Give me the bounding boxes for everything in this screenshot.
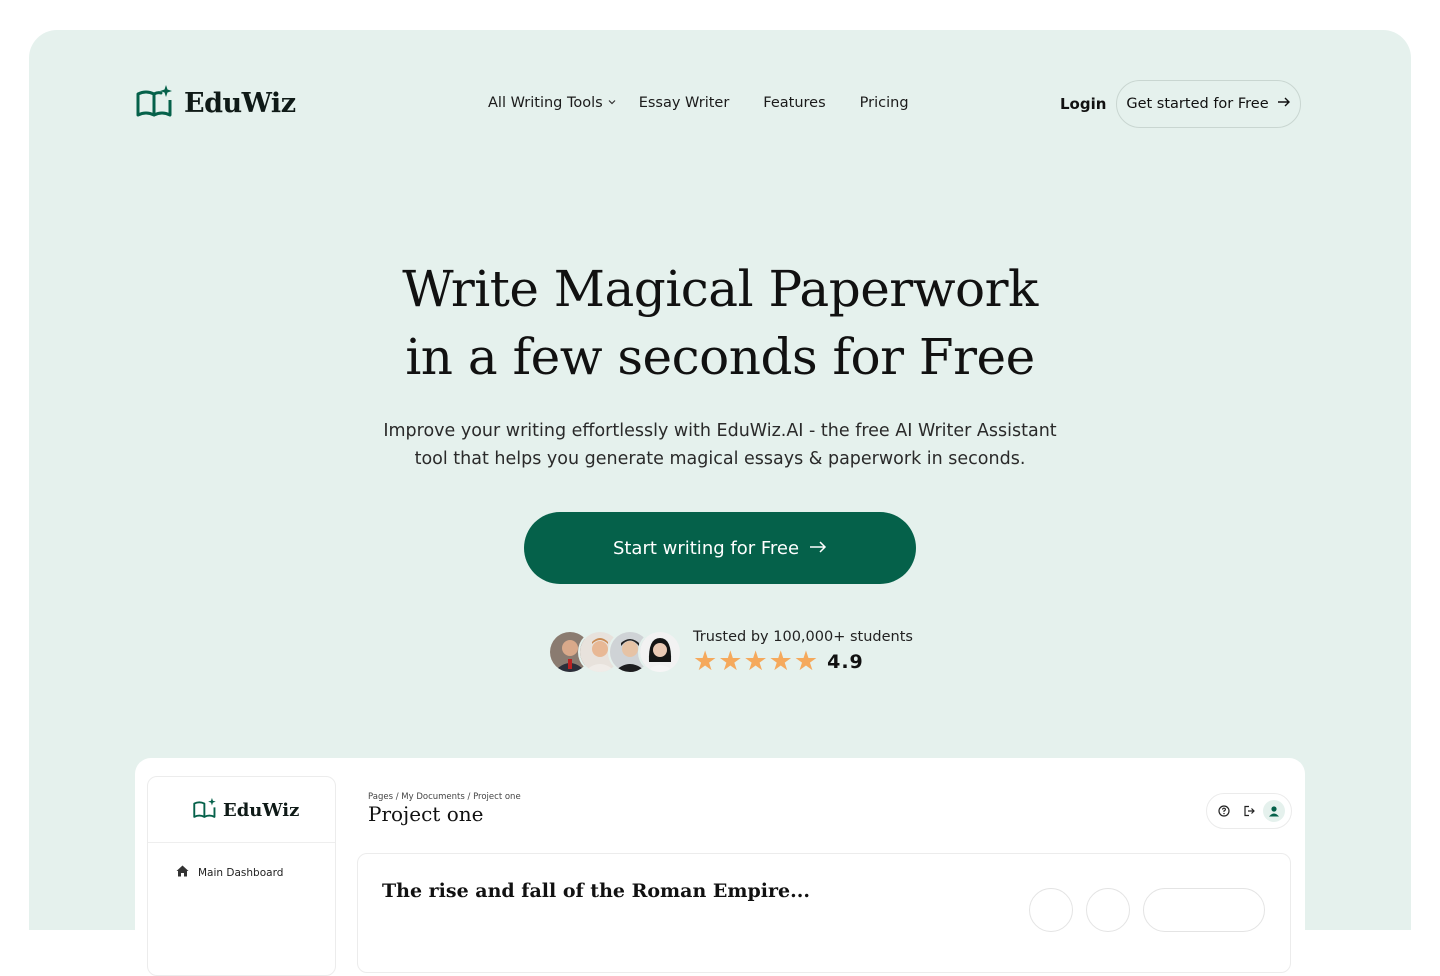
arrow-right-icon [1277,96,1291,112]
nav-item-label: All Writing Tools [488,95,603,111]
nav-essay-writer[interactable]: Essay Writer [639,95,730,111]
hero-headline: Write Magical Paperwork in a few seconds… [0,255,1440,391]
sidebar-item-main-dashboard[interactable]: Main Dashboard [176,865,283,880]
avatar [638,630,682,674]
nav-features[interactable]: Features [763,95,825,111]
logout-icon[interactable] [1238,800,1260,822]
star-icon: ★ [743,646,768,677]
book-sparkle-icon [136,84,174,122]
star-icon: ★ [768,646,793,677]
student-avatars [548,630,682,674]
start-writing-button[interactable]: Start writing for Free [524,512,916,584]
star-icon: ★ [793,646,819,677]
home-icon [176,865,189,880]
star-icon: ★ [693,646,718,677]
get-started-label: Get started for Free [1126,96,1269,112]
preview-brand-name: EduWiz [223,799,300,821]
brand-logo[interactable]: EduWiz [136,84,296,122]
user-avatar-icon[interactable] [1263,800,1286,822]
document-action-button[interactable] [1029,888,1073,932]
preview-brand-logo[interactable]: EduWiz [193,797,299,823]
main-nav: All Writing Tools Essay Writer Features … [488,95,943,111]
headline-line-1: Write Magical Paperwork [402,260,1038,318]
star-icon: ★ [718,646,743,677]
page-title: Project one [368,802,484,826]
start-writing-label: Start writing for Free [612,537,800,559]
sidebar-item-label: Main Dashboard [198,866,284,879]
subtitle-line-2: tool that helps you generate magical ess… [414,449,1026,469]
chevron-down-icon [607,95,617,111]
hero-subtitle: Improve your writing effortlessly with E… [0,417,1440,473]
help-icon[interactable] [1213,800,1235,822]
trust-text: Trusted by 100,000+ students [693,629,913,645]
rating-stars: ★ ★ ★ ★ ★ 4.9 [693,648,864,676]
nav-pricing[interactable]: Pricing [860,95,909,111]
header-icon-bar [1206,793,1292,829]
subtitle-line-1: Improve your writing effortlessly with E… [383,421,1057,441]
brand-name: EduWiz [184,87,296,119]
arrow-right-icon [809,538,827,559]
login-link[interactable]: Login [1060,95,1106,113]
nav-all-writing-tools[interactable]: All Writing Tools [488,95,617,111]
breadcrumb: Pages / My Documents / Project one [368,792,521,802]
get-started-button[interactable]: Get started for Free [1116,80,1301,128]
rating-value: 4.9 [827,651,864,673]
document-action-pill[interactable] [1143,888,1265,932]
divider [148,842,335,843]
document-title: The rise and fall of the Roman Empire... [382,880,810,902]
document-action-button[interactable] [1086,888,1130,932]
book-sparkle-icon [193,797,217,823]
headline-line-2: in a few seconds for Free [405,328,1035,386]
